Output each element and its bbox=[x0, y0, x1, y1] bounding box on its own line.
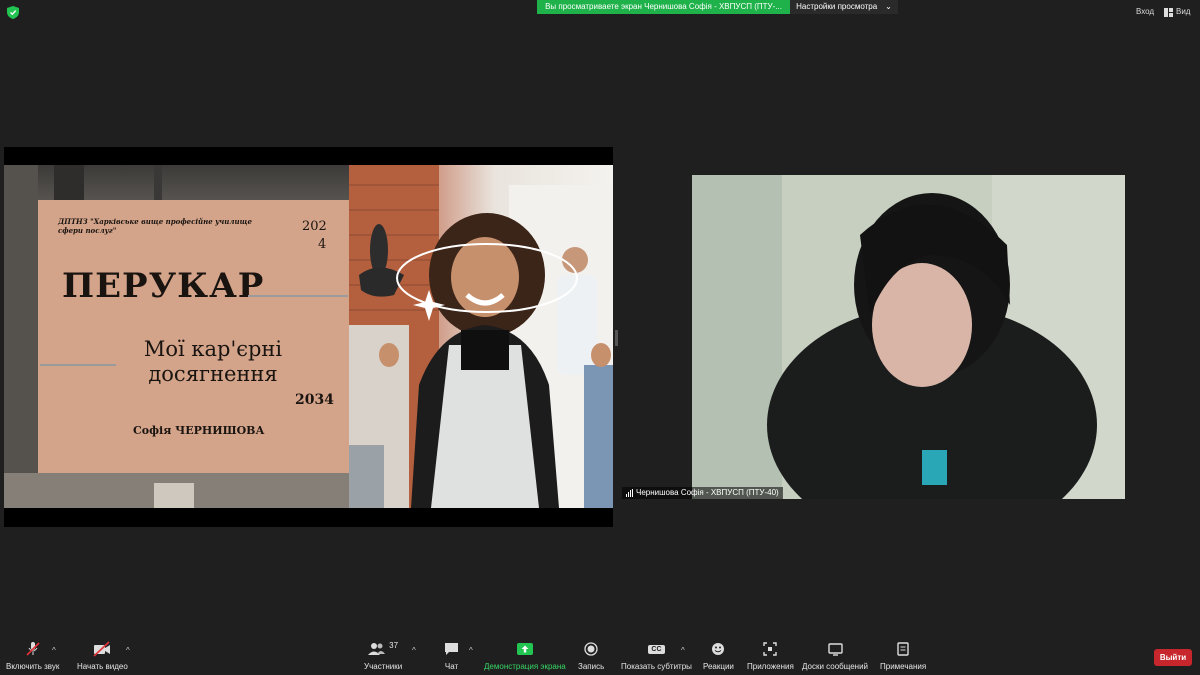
apps-label: Приложения bbox=[747, 662, 794, 671]
view-label: Вид bbox=[1176, 7, 1191, 16]
security-shield-icon[interactable] bbox=[7, 6, 19, 19]
participants-button[interactable]: 37 Участники bbox=[364, 640, 403, 672]
participant-video-frame bbox=[692, 175, 1125, 499]
apps-icon bbox=[763, 640, 778, 658]
slide-decor-line bbox=[248, 295, 348, 297]
whiteboard-icon bbox=[827, 640, 843, 658]
record-label: Запись bbox=[578, 662, 605, 671]
participant-name-text: Чернишова Софія - ХВПУСП (ПТУ-40) bbox=[636, 488, 779, 497]
slide-year-start: 202 4 bbox=[302, 218, 332, 254]
whiteboards-button[interactable]: Доски сообщений bbox=[802, 640, 868, 671]
slide-decor-line bbox=[40, 364, 116, 366]
grid-view-icon bbox=[1164, 7, 1173, 17]
view-settings-label: Настройки просмотра bbox=[796, 2, 878, 11]
smiley-icon bbox=[711, 640, 725, 658]
slide-subtitle: Мої кар'єрні досягнення bbox=[118, 337, 308, 387]
leave-meeting-button[interactable]: Выйти bbox=[1154, 649, 1192, 666]
share-screen-icon bbox=[516, 640, 533, 658]
participant-video[interactable] bbox=[692, 175, 1125, 499]
participants-count: 37 bbox=[389, 640, 399, 650]
view-settings-dropdown[interactable]: Настройки просмотра ⌄ bbox=[790, 0, 898, 14]
chat-bubble-icon bbox=[444, 640, 459, 658]
captions-options-caret-icon[interactable]: ^ bbox=[681, 646, 685, 655]
chat-label: Чат bbox=[444, 662, 459, 671]
slide-year-end: 2034 bbox=[295, 392, 334, 408]
signal-strength-icon bbox=[626, 489, 633, 497]
video-options-caret-icon[interactable]: ^ bbox=[126, 646, 130, 655]
chevron-down-icon: ⌄ bbox=[885, 2, 892, 11]
show-captions-label: Показать субтитры bbox=[621, 662, 692, 671]
whiteboards-label: Доски сообщений bbox=[802, 662, 869, 671]
share-screen-button[interactable]: Демонстрация экрана bbox=[484, 640, 566, 671]
slide-subtitle-line2: досягнення bbox=[148, 362, 278, 386]
chat-options-caret-icon[interactable]: ^ bbox=[469, 646, 473, 655]
apps-button[interactable]: Приложения bbox=[747, 640, 794, 671]
start-video-label: Начать видео bbox=[77, 662, 128, 671]
split-view-drag-handle[interactable] bbox=[615, 330, 618, 346]
hairdresser-illustration bbox=[349, 165, 613, 508]
record-button[interactable]: Запись bbox=[578, 640, 604, 671]
slide-author: Софія ЧЕРНИШОВА bbox=[133, 424, 265, 437]
participant-name-label: Чернишова Софія - ХВПУСП (ПТУ-40) bbox=[622, 487, 783, 499]
slide-year-start-line1: 202 bbox=[302, 219, 327, 234]
share-screen-label: Демонстрация экрана bbox=[484, 662, 566, 671]
slide-year-start-line2: 4 bbox=[318, 237, 327, 252]
microphone-muted-icon bbox=[25, 640, 41, 658]
slide-subtitle-line1: Мої кар'єрні bbox=[143, 337, 283, 361]
start-video-button[interactable]: Начать видео bbox=[77, 640, 128, 671]
reactions-button[interactable]: Реакции bbox=[703, 640, 734, 671]
record-icon bbox=[584, 640, 598, 658]
chat-button[interactable]: Чат bbox=[444, 640, 459, 671]
show-captions-button[interactable]: CC Показать субтитры bbox=[621, 640, 692, 671]
participants-icon bbox=[368, 643, 386, 655]
notes-icon bbox=[897, 640, 909, 658]
unmute-button[interactable]: Включить звук bbox=[6, 640, 59, 671]
audio-options-caret-icon[interactable]: ^ bbox=[52, 646, 56, 655]
screen-share-banner: Вы просматриваете экран Чернишова Софія … bbox=[537, 0, 790, 14]
notes-button[interactable]: Примечания bbox=[880, 640, 926, 671]
participants-options-caret-icon[interactable]: ^ bbox=[412, 646, 416, 655]
unmute-label: Включить звук bbox=[6, 662, 60, 671]
enter-button[interactable]: Вход bbox=[1128, 4, 1162, 20]
video-off-icon bbox=[93, 640, 111, 658]
view-button[interactable]: Вид bbox=[1164, 4, 1190, 20]
slide-title: ПЕРУКАР bbox=[62, 266, 265, 306]
reactions-label: Реакции bbox=[703, 662, 734, 671]
slide-school-name: ДПТНЗ "Харківське вище професійне училищ… bbox=[58, 217, 252, 235]
closed-captions-icon: CC bbox=[648, 644, 665, 654]
participants-label: Участники bbox=[364, 662, 403, 671]
hairdresser-photo bbox=[349, 165, 613, 508]
notes-label: Примечания bbox=[880, 662, 927, 671]
